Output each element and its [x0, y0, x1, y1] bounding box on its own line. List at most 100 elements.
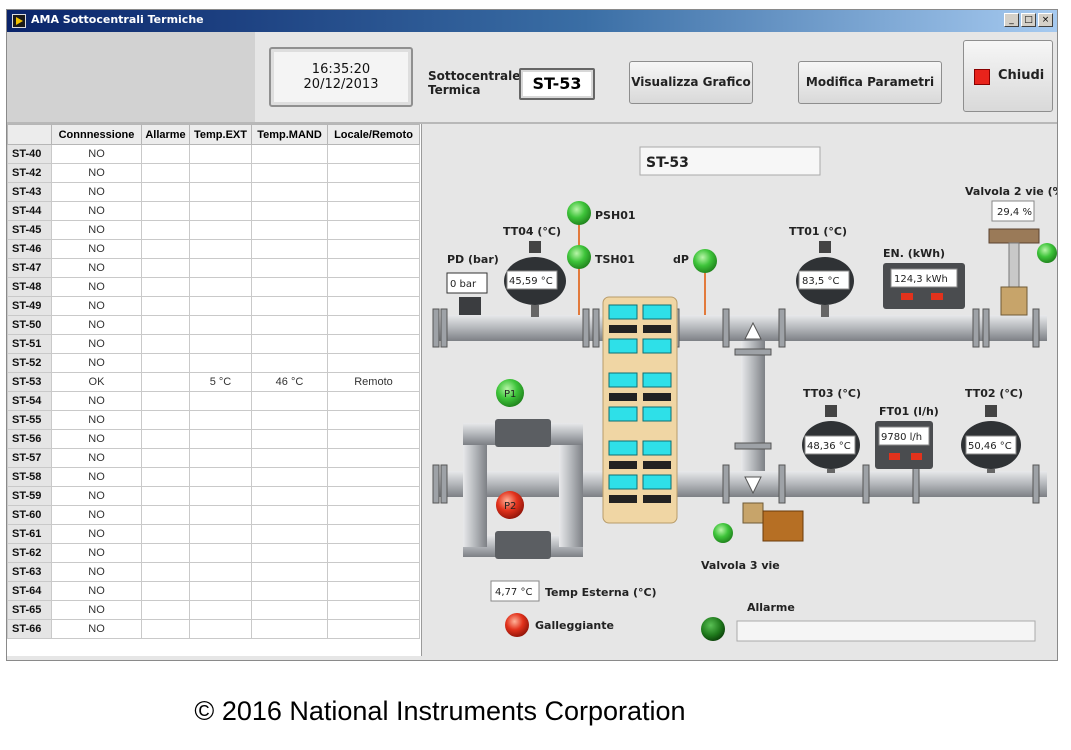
- table-row[interactable]: ST-53 OK 5 °C 46 °C Remoto: [7, 372, 420, 392]
- table-cell: [141, 334, 190, 354]
- p1-label: P1: [504, 389, 516, 400]
- table-row[interactable]: ST-65 NO: [7, 600, 420, 620]
- table-row[interactable]: ST-47 NO: [7, 258, 420, 278]
- valve3-led: [713, 523, 733, 543]
- table-row[interactable]: ST-51 NO: [7, 334, 420, 354]
- table-cell: [251, 448, 328, 468]
- table-row[interactable]: ST-49 NO: [7, 296, 420, 316]
- table-cell: [189, 562, 252, 582]
- row-header: ST-53: [7, 372, 52, 392]
- table-row[interactable]: ST-50 NO: [7, 315, 420, 335]
- table-cell: [327, 486, 420, 506]
- table-cell: [327, 258, 420, 278]
- table-row[interactable]: ST-40 NO: [7, 144, 420, 164]
- table-cell: [251, 505, 328, 525]
- table-cell: OK: [51, 372, 142, 392]
- table-row[interactable]: ST-44 NO: [7, 201, 420, 221]
- row-header: ST-44: [7, 201, 52, 221]
- table-cell: NO: [51, 562, 142, 582]
- row-header: ST-48: [7, 277, 52, 297]
- table-cell: [141, 201, 190, 221]
- table-cell: NO: [51, 258, 142, 278]
- table-cell: [327, 315, 420, 335]
- table-header-cell: Allarme: [141, 124, 190, 145]
- row-header: ST-59: [7, 486, 52, 506]
- row-header: ST-49: [7, 296, 52, 316]
- ft01-label: FT01 (l/h): [879, 405, 939, 418]
- edit-parameters-button[interactable]: Modifica Parametri: [798, 61, 942, 104]
- row-header: ST-42: [7, 163, 52, 183]
- table-cell: [251, 239, 328, 259]
- table-row[interactable]: ST-62 NO: [7, 543, 420, 563]
- table-cell: [251, 410, 328, 430]
- minimize-button[interactable]: _: [1004, 13, 1019, 27]
- tt04-value: 45,59 °C: [509, 276, 553, 287]
- table-row[interactable]: ST-42 NO: [7, 163, 420, 183]
- row-header: ST-45: [7, 220, 52, 240]
- show-graph-button[interactable]: Visualizza Grafico: [629, 61, 753, 104]
- table-row[interactable]: ST-48 NO: [7, 277, 420, 297]
- table-row[interactable]: ST-58 NO: [7, 467, 420, 487]
- stop-icon: [974, 69, 990, 85]
- labview-icon: [12, 14, 26, 28]
- table-cell: [189, 163, 252, 183]
- close-window-button[interactable]: ×: [1038, 13, 1053, 27]
- table-row[interactable]: ST-55 NO: [7, 410, 420, 430]
- ft01-value: 9780 l/h: [881, 432, 922, 443]
- valve2-actuator: [988, 228, 1040, 244]
- dp-led: [693, 249, 717, 273]
- valve3-body: [742, 502, 764, 524]
- table-row[interactable]: ST-63 NO: [7, 562, 420, 582]
- table-cell: [189, 600, 252, 620]
- table-row[interactable]: ST-64 NO: [7, 581, 420, 601]
- close-button[interactable]: Chiudi: [963, 40, 1053, 112]
- tt03-stem: [827, 469, 835, 473]
- table-cell: NO: [51, 353, 142, 373]
- substations-table-panel: Connnessione Allarme Temp.EXT Temp.MAND Loca…: [7, 124, 422, 656]
- energy-led-2: [931, 293, 943, 300]
- table-cell: [189, 429, 252, 449]
- hydraulic-diagram: ST-53 PD (bar) 0 bar TT04 (°C) 45,59 °C …: [432, 146, 1057, 642]
- pd-label: PD (bar): [447, 253, 499, 266]
- table-cell: [251, 182, 328, 202]
- table-row[interactable]: ST-56 NO: [7, 429, 420, 449]
- table-row[interactable]: ST-61 NO: [7, 524, 420, 544]
- temp-ext-label: Temp Esterna (°C): [545, 586, 657, 599]
- row-header: ST-56: [7, 429, 52, 449]
- table-cell: [327, 353, 420, 373]
- table-cell: NO: [51, 429, 142, 449]
- table-cell: NO: [51, 467, 142, 487]
- row-header: ST-50: [7, 315, 52, 335]
- table-cell: [327, 562, 420, 582]
- table-header-corner: [7, 124, 52, 145]
- table-cell: NO: [51, 600, 142, 620]
- table-cell: [141, 163, 190, 183]
- title-bar: AMA Sottocentrali Termiche _ □ ×: [7, 10, 1057, 32]
- table-cell: [141, 144, 190, 164]
- table-row[interactable]: ST-59 NO: [7, 486, 420, 506]
- table-row[interactable]: ST-57 NO: [7, 448, 420, 468]
- row-header: ST-61: [7, 524, 52, 544]
- table-cell: [141, 391, 190, 411]
- table-row[interactable]: ST-43 NO: [7, 182, 420, 202]
- substation-selector[interactable]: ST-53: [519, 68, 595, 100]
- row-header: ST-47: [7, 258, 52, 278]
- table-row[interactable]: ST-52 NO: [7, 353, 420, 373]
- maximize-button[interactable]: □: [1021, 13, 1036, 27]
- table-cell: [327, 239, 420, 259]
- table-row[interactable]: ST-46 NO: [7, 239, 420, 259]
- table-cell: NO: [51, 581, 142, 601]
- table-cell: [189, 182, 252, 202]
- table-cell: [189, 258, 252, 278]
- table-cell: [141, 315, 190, 335]
- table-row[interactable]: ST-66 NO: [7, 619, 420, 639]
- table-row[interactable]: ST-45 NO: [7, 220, 420, 240]
- table-cell: [327, 600, 420, 620]
- row-header: ST-57: [7, 448, 52, 468]
- station-name-text: ST-53: [646, 155, 689, 171]
- table-cell: [251, 144, 328, 164]
- table-row[interactable]: ST-60 NO: [7, 505, 420, 525]
- table-row[interactable]: ST-54 NO: [7, 391, 420, 411]
- pd-sensor: [459, 297, 481, 315]
- tt02-cap: [985, 405, 997, 417]
